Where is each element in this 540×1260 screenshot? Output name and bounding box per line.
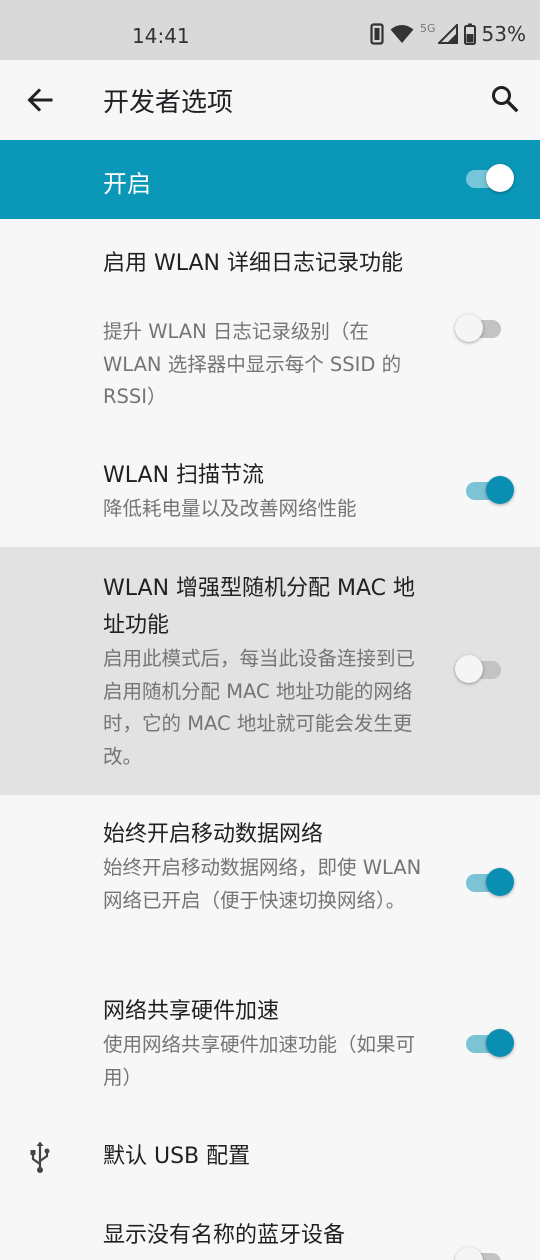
toggle-thumb (486, 476, 514, 504)
usb-icon (30, 1141, 50, 1173)
toggle-thumb (486, 164, 514, 192)
setting-title: WLAN 增强型随机分配 MAC 地址功能 (103, 576, 416, 638)
search-icon (492, 86, 519, 113)
setting-toggle[interactable] (466, 473, 516, 509)
master-toggle[interactable] (466, 161, 516, 197)
status-time: 14:41 (132, 24, 190, 48)
setting-summary: 始终开启移动数据网络，即使 WLAN 网络已开启（便于快速切换网络）。 (103, 856, 422, 912)
setting-default-usb-config[interactable]: 默认 USB 配置 (0, 1112, 540, 1208)
status-bar: 14:41 5G 53% (0, 0, 540, 60)
toggle-thumb (486, 868, 514, 896)
setting-summary: 提升 WLAN 日志记录级别（在 WLAN 选择器中显示每个 SSID 的 RS… (103, 320, 402, 408)
master-switch-bar[interactable]: 开启 (0, 140, 540, 219)
network-type-label: 5G (420, 21, 436, 35)
setting-enhanced-mac-randomization[interactable]: WLAN 增强型随机分配 MAC 地址功能 启用此模式后，每当此设备连接到已启用… (0, 547, 540, 795)
toggle-thumb (486, 1029, 514, 1057)
setting-title: 启用 WLAN 详细日志记录功能 (103, 251, 404, 276)
setting-wlan-verbose-logging[interactable]: 启用 WLAN 详细日志记录功能 提升 WLAN 日志记录级别（在 WLAN 选… (0, 219, 540, 438)
app-bar: 开发者选项 (0, 60, 540, 140)
page-title: 开发者选项 (103, 88, 234, 118)
setting-title: 始终开启移动数据网络 (103, 822, 324, 847)
master-switch-label: 开启 (103, 170, 151, 198)
cellular-signal-icon (437, 24, 458, 44)
toggle-thumb (455, 1247, 483, 1260)
arrow-back-icon (27, 88, 53, 112)
setting-toggle[interactable] (455, 1244, 511, 1260)
toggle-thumb (455, 314, 483, 342)
search-button[interactable] (488, 82, 522, 116)
vibrate-icon (370, 23, 384, 45)
setting-toggle[interactable] (466, 865, 516, 901)
setting-wlan-scan-throttling[interactable]: WLAN 扫描节流 降低耗电量以及改善网络性能 (0, 438, 540, 547)
setting-toggle[interactable] (466, 1026, 516, 1062)
setting-title: 默认 USB 配置 (103, 1144, 251, 1169)
battery-icon (463, 23, 476, 45)
setting-summary: 使用网络共享硬件加速功能（如果可用） (103, 1033, 416, 1089)
status-icons: 5G 53% (370, 22, 526, 46)
setting-toggle[interactable] (455, 652, 511, 688)
wifi-icon (390, 24, 414, 44)
setting-mobile-data-always-on[interactable]: 始终开启移动数据网络 始终开启移动数据网络，即使 WLAN 网络已开启（便于快速… (0, 795, 540, 970)
battery-percent: 53% (481, 22, 526, 46)
setting-title: WLAN 扫描节流 (103, 463, 265, 488)
setting-summary: 启用此模式后，每当此设备连接到已启用随机分配 MAC 地址功能的网络时，它的 M… (103, 647, 416, 768)
toggle-thumb (455, 655, 483, 683)
back-button[interactable] (24, 84, 56, 116)
setting-title: 显示没有名称的蓝牙设备 (103, 1223, 346, 1248)
setting-title: 网络共享硬件加速 (103, 999, 280, 1024)
setting-show-unnamed-bluetooth[interactable]: 显示没有名称的蓝牙设备 (0, 1208, 540, 1260)
setting-toggle[interactable] (455, 311, 511, 347)
setting-summary: 降低耗电量以及改善网络性能 (103, 497, 357, 520)
setting-tethering-hw-acceleration[interactable]: 网络共享硬件加速 使用网络共享硬件加速功能（如果可用） (0, 970, 540, 1112)
